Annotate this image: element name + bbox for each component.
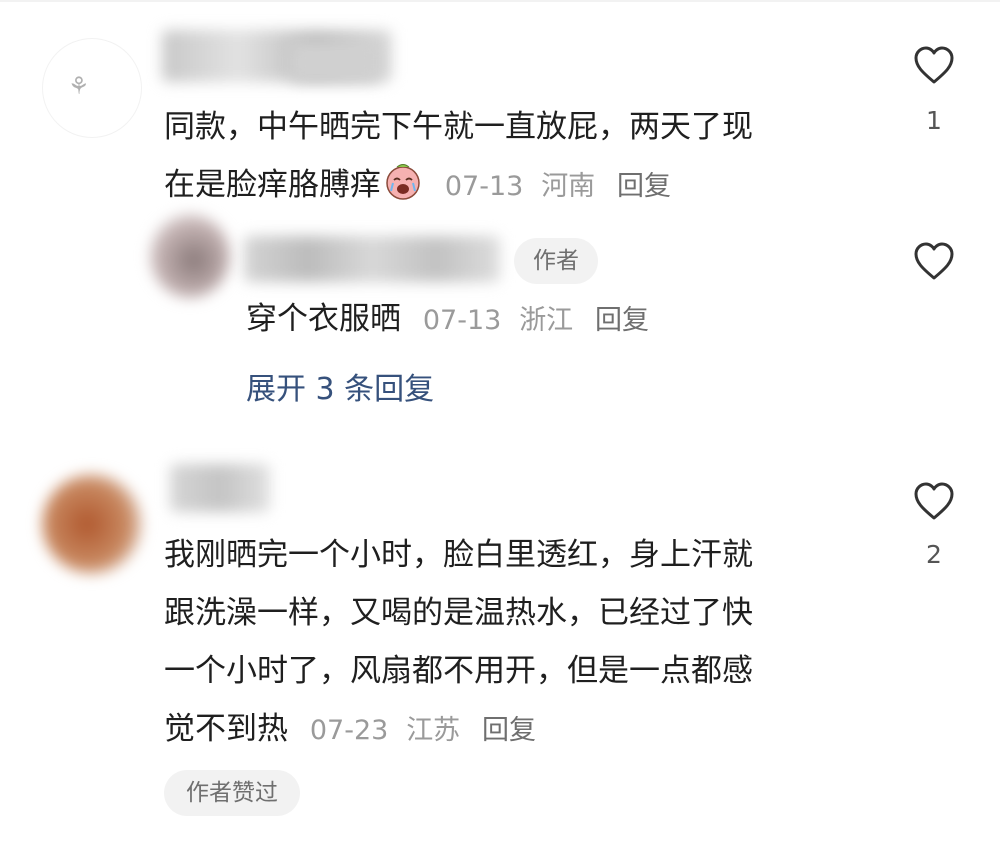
- like-count: 1: [926, 106, 942, 135]
- comment-line: 觉不到热: [164, 711, 288, 747]
- comment-line: 在是脸痒胳膊痒: [164, 167, 381, 203]
- avatar[interactable]: [42, 38, 142, 138]
- reply-body: 穿个衣服晒 07-13 浙江 回复: [246, 290, 649, 350]
- comment-line: 跟洗澡一样，又喝的是温热水，已经过了快: [164, 595, 753, 631]
- comment-date: 07-13: [444, 171, 524, 202]
- author-badge: 作者: [514, 238, 598, 284]
- comment-line: 一个小时了，风扇都不用开，但是一点都感: [164, 653, 753, 689]
- author-liked-badge: 作者赞过: [164, 770, 300, 816]
- heart-outline-icon[interactable]: [912, 44, 956, 88]
- reply-button[interactable]: 回复: [617, 171, 671, 202]
- blurred-username-extra: [290, 42, 380, 82]
- reply-location: 浙江: [519, 305, 574, 336]
- comment-location: 江苏: [406, 715, 461, 746]
- comment-body: 同款，中午晒完下午就一直放屁，两天了现 在是脸痒胳膊痒 07-13 河南 回复: [164, 98, 753, 216]
- reply-text: 穿个衣服晒: [246, 301, 401, 337]
- comment-line: 同款，中午晒完下午就一直放屁，两天了现: [164, 109, 753, 145]
- heart-outline-icon[interactable]: [912, 480, 956, 524]
- reply-date: 07-13: [422, 305, 502, 336]
- blurred-reply-username[interactable]: [244, 236, 500, 282]
- comment-line: 我刚晒完一个小时，脸白里透红，身上汗就: [164, 537, 753, 573]
- reply-button[interactable]: 回复: [482, 715, 536, 746]
- expand-replies-link[interactable]: 展开 3 条回复: [246, 364, 434, 408]
- blurred-username[interactable]: [170, 464, 270, 512]
- like-count: 2: [926, 540, 942, 569]
- comment-date: 07-23: [309, 715, 389, 746]
- bow-icon: ⚘: [68, 72, 90, 100]
- reply-avatar[interactable]: [150, 214, 230, 298]
- comment-body: 我刚晒完一个小时，脸白里透红，身上汗就 跟洗澡一样，又喝的是温热水，已经过了快 …: [164, 526, 753, 760]
- avatar[interactable]: [42, 474, 142, 574]
- crying-face-icon: [386, 164, 420, 200]
- top-divider: [0, 0, 1000, 2]
- reply-button[interactable]: 回复: [595, 305, 649, 336]
- heart-outline-icon[interactable]: [912, 240, 956, 284]
- comment-location: 河南: [541, 171, 596, 202]
